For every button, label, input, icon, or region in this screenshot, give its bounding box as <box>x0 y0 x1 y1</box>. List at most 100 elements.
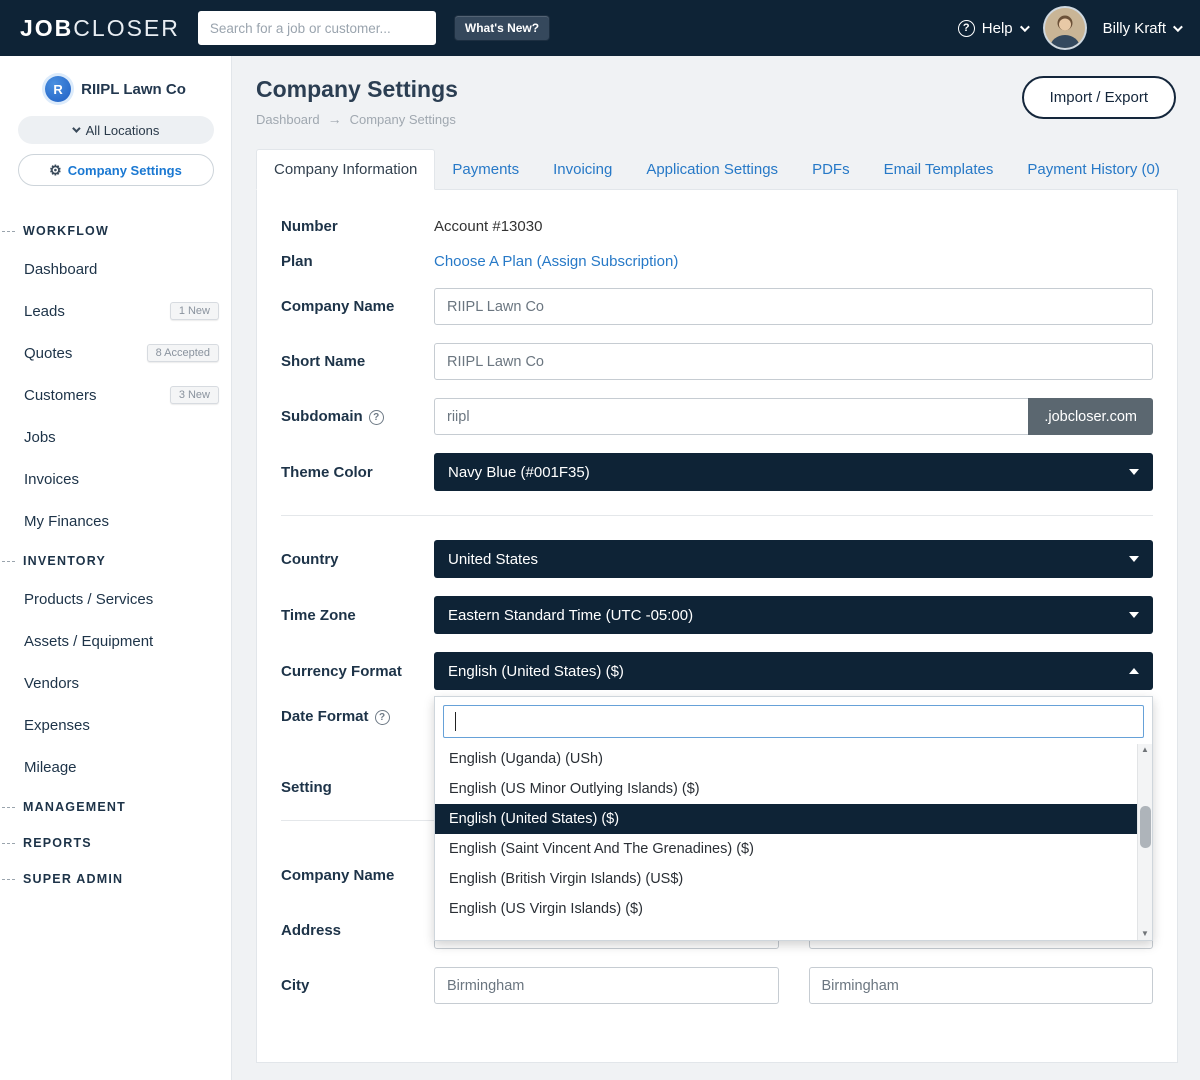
sidebar-item-products-services[interactable]: Products / Services <box>0 578 231 620</box>
currency-option[interactable]: English (British Virgin Islands) (US$) <box>435 864 1137 894</box>
whats-new-button[interactable]: What's New? <box>454 15 550 41</box>
assign-subscription-link[interactable]: (Assign Subscription) <box>537 253 679 270</box>
sidebar-item-leads[interactable]: Leads1 New <box>0 290 231 332</box>
form-row-city: City <box>281 967 1153 1004</box>
section-super-admin[interactable]: SUPER ADMIN <box>0 860 231 896</box>
currency-option[interactable]: English (US Virgin Islands) ($) <box>435 894 1137 924</box>
sidebar-item-assets-equipment[interactable]: Assets / Equipment <box>0 620 231 662</box>
help-menu[interactable]: ? Help <box>958 20 1027 37</box>
scrollbar[interactable]: ▲ ▼ <box>1137 744 1152 940</box>
theme-color-select[interactable]: Navy Blue (#001F35) <box>434 453 1153 491</box>
scroll-down-icon[interactable]: ▼ <box>1141 930 1149 938</box>
theme-color-label: Theme Color <box>281 464 434 481</box>
import-export-button[interactable]: Import / Export <box>1022 76 1176 119</box>
logo-job: JOB <box>20 15 73 41</box>
sidebar-item-jobs[interactable]: Jobs <box>0 416 231 458</box>
nav-label: Dashboard <box>24 261 97 278</box>
currency-format-value: English (United States) ($) <box>448 663 624 680</box>
city-input-2[interactable] <box>809 967 1154 1004</box>
nav-label: Vendors <box>24 675 79 692</box>
currency-format-label: Currency Format <box>281 663 434 680</box>
breadcrumb-arrow-icon: → <box>328 111 342 127</box>
short-name-label: Short Name <box>281 353 434 370</box>
section-workflow[interactable]: WORKFLOW <box>0 212 231 248</box>
chevron-down-icon <box>1020 22 1030 32</box>
subdomain-input[interactable] <box>434 398 1028 435</box>
breadcrumb-dashboard[interactable]: Dashboard <box>256 112 320 127</box>
choose-plan-link[interactable]: Choose A Plan <box>434 253 532 270</box>
app-logo[interactable]: JOBCLOSER <box>20 15 180 42</box>
short-name-input[interactable] <box>434 343 1153 380</box>
section-management[interactable]: MANAGEMENT <box>0 788 231 824</box>
locations-dropdown[interactable]: All Locations <box>18 116 214 144</box>
tab-payments[interactable]: Payments <box>435 150 536 189</box>
company-settings-label: Company Settings <box>68 163 182 178</box>
plan-label: Plan <box>281 253 434 270</box>
sidebar-item-customers[interactable]: Customers3 New <box>0 374 231 416</box>
date-format-help-icon[interactable]: ? <box>375 710 390 725</box>
topbar: JOBCLOSER What's New? ? Help Billy Kraft <box>0 0 1200 56</box>
currency-search-input[interactable] <box>443 705 1144 738</box>
country-select[interactable]: United States <box>434 540 1153 578</box>
sidebar: R RIIPL Lawn Co All Locations ⚙ Company … <box>0 56 232 1080</box>
country-value: United States <box>448 551 538 568</box>
section-reports[interactable]: REPORTS <box>0 824 231 860</box>
currency-format-select[interactable]: English (United States) ($) <box>434 652 1153 690</box>
company-name-input[interactable] <box>434 288 1153 325</box>
company-settings-button[interactable]: ⚙ Company Settings <box>18 154 214 186</box>
currency-option[interactable]: English (Uganda) (USh) <box>435 744 1137 774</box>
timezone-select[interactable]: Eastern Standard Time (UTC -05:00) <box>434 596 1153 634</box>
section-divider <box>281 515 1153 516</box>
breadcrumb: Dashboard → Company Settings <box>256 111 458 127</box>
section-label: MANAGEMENT <box>23 800 126 814</box>
sidebar-item-expenses[interactable]: Expenses <box>0 704 231 746</box>
company-avatar: R <box>45 76 71 102</box>
nav-label: Products / Services <box>24 591 153 608</box>
currency-option[interactable]: English (Saint Vincent And The Grenadine… <box>435 834 1137 864</box>
scroll-up-icon[interactable]: ▲ <box>1141 746 1149 754</box>
sidebar-item-my-finances[interactable]: My Finances <box>0 500 231 542</box>
nav-label: Jobs <box>24 429 56 446</box>
sidebar-item-dashboard[interactable]: Dashboard <box>0 248 231 290</box>
tab-bar: Company Information Payments Invoicing A… <box>252 149 1178 189</box>
sidebar-item-quotes[interactable]: Quotes8 Accepted <box>0 332 231 374</box>
tab-email-templates[interactable]: Email Templates <box>867 150 1011 189</box>
chevron-down-icon <box>1129 469 1139 475</box>
avatar[interactable] <box>1045 8 1085 48</box>
currency-option[interactable]: English (US Minor Outlying Islands) ($) <box>435 774 1137 804</box>
city-label: City <box>281 977 434 994</box>
page-title: Company Settings <box>256 76 458 103</box>
tab-company-information[interactable]: Company Information <box>256 149 435 190</box>
subdomain-help-icon[interactable]: ? <box>369 410 384 425</box>
nav-label: Mileage <box>24 759 77 776</box>
sidebar-item-vendors[interactable]: Vendors <box>0 662 231 704</box>
tab-pdfs[interactable]: PDFs <box>795 150 867 189</box>
sidebar-item-invoices[interactable]: Invoices <box>0 458 231 500</box>
section-inventory[interactable]: INVENTORY <box>0 542 231 578</box>
sidebar-item-mileage[interactable]: Mileage <box>0 746 231 788</box>
section-dashes <box>2 231 15 232</box>
section-dashes <box>2 843 15 844</box>
company-name-label: Company Name <box>281 298 434 315</box>
city-input-1[interactable] <box>434 967 779 1004</box>
section-dashes <box>2 879 15 880</box>
tab-invoicing[interactable]: Invoicing <box>536 150 629 189</box>
locations-label: All Locations <box>86 123 160 138</box>
leads-badge: 1 New <box>170 302 219 320</box>
tab-application-settings[interactable]: Application Settings <box>629 150 795 189</box>
plan-links: Choose A Plan (Assign Subscription) <box>434 253 678 270</box>
sidebar-company[interactable]: R RIIPL Lawn Co <box>0 56 231 102</box>
setting-label: Setting <box>281 779 434 796</box>
subdomain-label: Subdomain? <box>281 408 434 425</box>
help-icon: ? <box>958 20 975 37</box>
tab-payment-history[interactable]: Payment History (0) <box>1010 150 1177 189</box>
section-label: WORKFLOW <box>23 224 109 238</box>
chevron-down-icon <box>1129 556 1139 562</box>
global-search-input[interactable] <box>198 11 436 45</box>
currency-option-selected[interactable]: English (United States) ($) <box>435 804 1137 834</box>
form-row-country: Country United States <box>281 540 1153 578</box>
text-caret <box>455 712 456 731</box>
user-menu[interactable]: Billy Kraft <box>1103 20 1180 37</box>
quotes-badge: 8 Accepted <box>147 344 219 362</box>
scrollbar-thumb[interactable] <box>1140 806 1151 848</box>
